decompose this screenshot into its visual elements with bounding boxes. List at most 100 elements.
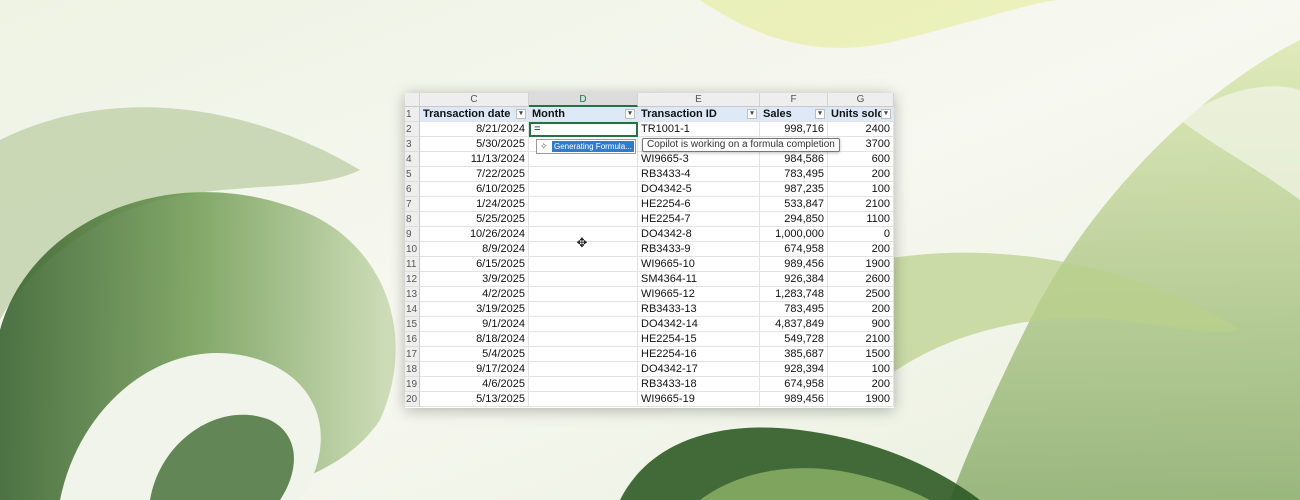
row-number[interactable]: 6 [405, 182, 420, 197]
row-number[interactable]: 11 [405, 257, 420, 272]
table-cell[interactable]: 385,687 [760, 347, 828, 362]
active-cell[interactable]: = [529, 122, 638, 137]
table-cell[interactable]: HE2254-6 [638, 197, 760, 212]
row-number[interactable]: 7 [405, 197, 420, 212]
row-number[interactable]: 20 [405, 392, 420, 407]
table-cell[interactable] [529, 392, 638, 407]
table-cell[interactable]: 928,394 [760, 362, 828, 377]
table-header-cell[interactable]: Transaction ID ▾ [638, 107, 760, 122]
table-cell[interactable]: 674,958 [760, 242, 828, 257]
table-cell[interactable]: 984,586 [760, 152, 828, 167]
table-cell[interactable]: 11/13/2024 [420, 152, 529, 167]
table-cell[interactable]: 100 [828, 182, 894, 197]
table-cell[interactable]: 6/10/2025 [420, 182, 529, 197]
table-cell[interactable] [529, 377, 638, 392]
row-number[interactable]: 9 [405, 227, 420, 242]
table-cell[interactable]: 1,283,748 [760, 287, 828, 302]
table-cell[interactable]: 998,716 [760, 122, 828, 137]
table-cell[interactable] [529, 197, 638, 212]
table-cell[interactable] [638, 137, 760, 152]
table-cell[interactable]: 2500 [828, 287, 894, 302]
table-cell[interactable]: TR1001-1 [638, 122, 760, 137]
row-number[interactable]: 8 [405, 212, 420, 227]
table-cell[interactable]: 3/9/2025 [420, 272, 529, 287]
row-number[interactable]: 4 [405, 152, 420, 167]
table-cell[interactable]: SM4364-11 [638, 272, 760, 287]
column-header-f[interactable]: F [760, 93, 828, 107]
table-cell[interactable]: 1100 [828, 212, 894, 227]
column-header-d[interactable]: D [529, 93, 638, 107]
table-cell[interactable]: WI9665-12 [638, 287, 760, 302]
row-number[interactable]: 17 [405, 347, 420, 362]
table-cell[interactable] [760, 137, 828, 152]
table-cell[interactable] [529, 257, 638, 272]
filter-dropdown-icon[interactable]: ▾ [625, 109, 635, 119]
table-header-cell[interactable]: Units sold ▾ [828, 107, 894, 122]
table-cell[interactable] [529, 242, 638, 257]
table-cell[interactable] [529, 317, 638, 332]
row-number[interactable]: 18 [405, 362, 420, 377]
table-cell[interactable]: 294,850 [760, 212, 828, 227]
table-cell[interactable]: HE2254-16 [638, 347, 760, 362]
table-cell[interactable]: 900 [828, 317, 894, 332]
table-cell[interactable]: 100 [828, 362, 894, 377]
table-cell[interactable]: 8/21/2024 [420, 122, 529, 137]
table-cell[interactable] [529, 182, 638, 197]
table-header-cell[interactable]: Transaction date ▾ [420, 107, 529, 122]
filter-dropdown-icon[interactable]: ▾ [516, 109, 526, 119]
table-cell[interactable]: 7/22/2025 [420, 167, 529, 182]
table-cell[interactable]: 2100 [828, 197, 894, 212]
table-cell[interactable] [529, 137, 638, 152]
row-number[interactable]: 19 [405, 377, 420, 392]
table-cell[interactable]: 9/17/2024 [420, 362, 529, 377]
table-cell[interactable]: HE2254-15 [638, 332, 760, 347]
table-cell[interactable]: DO4342-17 [638, 362, 760, 377]
table-cell[interactable] [529, 227, 638, 242]
table-cell[interactable]: 4/2/2025 [420, 287, 529, 302]
table-cell[interactable] [529, 347, 638, 362]
table-cell[interactable]: 549,728 [760, 332, 828, 347]
row-number[interactable]: 3 [405, 137, 420, 152]
table-cell[interactable]: DO4342-8 [638, 227, 760, 242]
filter-dropdown-icon[interactable]: ▾ [747, 109, 757, 119]
table-cell[interactable]: 600 [828, 152, 894, 167]
table-cell[interactable]: HE2254-7 [638, 212, 760, 227]
filter-dropdown-icon[interactable]: ▾ [881, 109, 891, 119]
table-cell[interactable]: RB3433-13 [638, 302, 760, 317]
row-number[interactable]: 5 [405, 167, 420, 182]
table-cell[interactable]: 989,456 [760, 392, 828, 407]
row-number[interactable]: 12 [405, 272, 420, 287]
table-cell[interactable]: 200 [828, 377, 894, 392]
table-cell[interactable]: 10/26/2024 [420, 227, 529, 242]
table-cell[interactable]: 4,837,849 [760, 317, 828, 332]
table-cell[interactable]: 2100 [828, 332, 894, 347]
column-header-c[interactable]: C [420, 93, 529, 107]
table-cell[interactable]: DO4342-14 [638, 317, 760, 332]
table-cell[interactable] [529, 302, 638, 317]
table-cell[interactable]: 8/18/2024 [420, 332, 529, 347]
table-cell[interactable]: 674,958 [760, 377, 828, 392]
table-cell[interactable]: 200 [828, 242, 894, 257]
table-cell[interactable]: 200 [828, 167, 894, 182]
select-all-corner[interactable] [405, 93, 420, 107]
table-cell[interactable]: 3700 [828, 137, 894, 152]
table-cell[interactable]: WI9665-19 [638, 392, 760, 407]
table-cell[interactable]: 987,235 [760, 182, 828, 197]
table-cell[interactable]: DO4342-5 [638, 182, 760, 197]
table-cell[interactable]: 5/13/2025 [420, 392, 529, 407]
column-header-e[interactable]: E [638, 93, 760, 107]
table-header-cell[interactable]: Sales ▾ [760, 107, 828, 122]
table-cell[interactable] [529, 152, 638, 167]
table-cell[interactable]: 2400 [828, 122, 894, 137]
table-cell[interactable]: WI9665-10 [638, 257, 760, 272]
table-cell[interactable] [529, 362, 638, 377]
table-cell[interactable]: 8/9/2024 [420, 242, 529, 257]
table-cell[interactable]: 0 [828, 227, 894, 242]
table-cell[interactable] [529, 167, 638, 182]
table-cell[interactable]: RB3433-4 [638, 167, 760, 182]
table-cell[interactable]: 533,847 [760, 197, 828, 212]
table-cell[interactable]: WI9665-3 [638, 152, 760, 167]
table-cell[interactable]: 5/4/2025 [420, 347, 529, 362]
table-cell[interactable]: 783,495 [760, 302, 828, 317]
row-number[interactable]: 14 [405, 302, 420, 317]
